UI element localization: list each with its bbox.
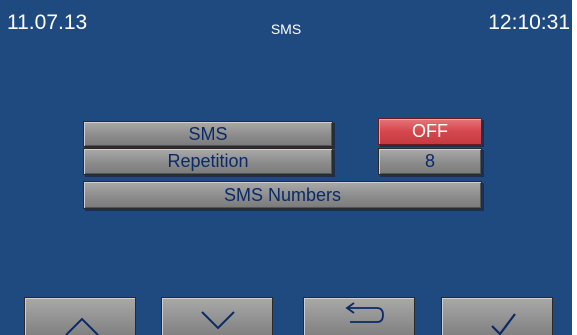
- repetition-value[interactable]: 8: [378, 148, 482, 175]
- sms-screen: 11.07.13 SMS 12:10:31 SMS OFF Repetition…: [0, 0, 572, 335]
- screen-title: SMS: [270, 21, 302, 37]
- status-time: 12:10:31: [488, 11, 570, 34]
- sms-toggle-value[interactable]: OFF: [378, 118, 482, 145]
- checkmark-icon: [491, 313, 516, 335]
- chevron-up-icon: [65, 317, 99, 335]
- sms-button[interactable]: SMS: [83, 121, 333, 147]
- confirm-button[interactable]: [441, 297, 553, 335]
- return-arrow-icon: [345, 302, 384, 323]
- scroll-up-button[interactable]: [24, 297, 136, 335]
- back-button[interactable]: [303, 297, 415, 335]
- chevron-down-icon: [201, 311, 235, 330]
- scroll-down-button[interactable]: [161, 297, 273, 335]
- repetition-button[interactable]: Repetition: [83, 148, 333, 175]
- sms-numbers-button[interactable]: SMS Numbers: [83, 181, 482, 209]
